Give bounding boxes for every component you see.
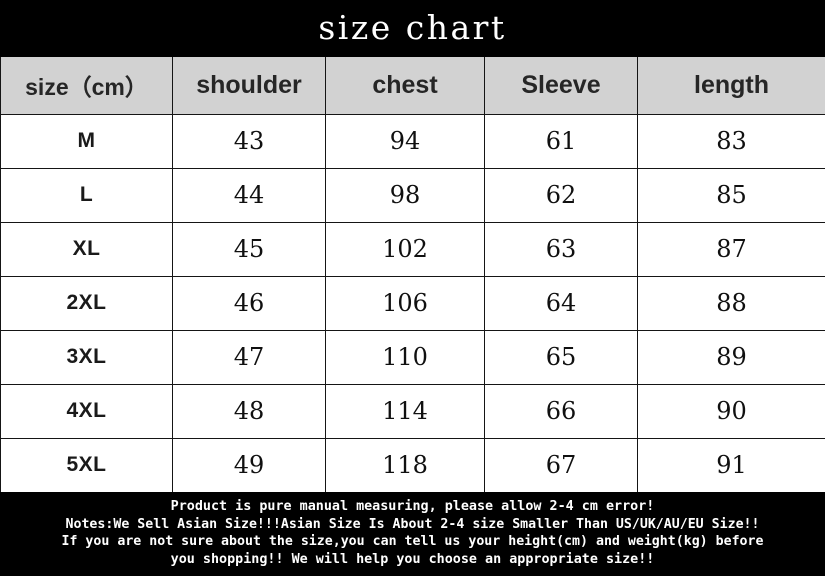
cell-shoulder: 44: [172, 167, 326, 223]
cell-chest: 110: [325, 329, 485, 385]
cell-shoulder: 48: [172, 383, 326, 439]
note-line-advice-2: you shopping!! We will help you choose a…: [170, 551, 655, 567]
table-row: 4XL 48 114 66 90: [0, 383, 825, 439]
table-row: L 44 98 62 85: [0, 167, 825, 223]
column-header-chest: chest: [325, 57, 485, 115]
size-table: size（cm） shoulder chest Sleeve length M …: [0, 57, 825, 492]
column-header-size: size（cm）: [0, 57, 173, 115]
cell-chest: 114: [325, 383, 485, 439]
title-bar: size chart: [0, 0, 825, 55]
cell-size: M: [0, 113, 173, 169]
page-title: size chart: [318, 8, 507, 47]
note-line-asian-size: Notes:We Sell Asian Size!!!Asian Size Is…: [65, 516, 760, 532]
cell-length: 91: [637, 437, 825, 492]
cell-sleeve: 61: [484, 113, 638, 169]
cell-size: 3XL: [0, 329, 173, 385]
cell-sleeve: 66: [484, 383, 638, 439]
cell-size: 5XL: [0, 437, 173, 492]
table-body: M 43 94 61 83 L 44 98 62 85 XL 45 102 63…: [0, 113, 825, 492]
cell-length: 83: [637, 113, 825, 169]
table-row: M 43 94 61 83: [0, 113, 825, 169]
cell-shoulder: 47: [172, 329, 326, 385]
cell-length: 87: [637, 221, 825, 277]
size-table-container: size（cm） shoulder chest Sleeve length M …: [0, 55, 825, 494]
cell-length: 85: [637, 167, 825, 223]
column-header-shoulder: shoulder: [172, 57, 326, 115]
cell-size: L: [0, 167, 173, 223]
cell-shoulder: 43: [172, 113, 326, 169]
cell-length: 89: [637, 329, 825, 385]
cell-chest: 106: [325, 275, 485, 331]
note-line-advice-1: If you are not sure about the size,you c…: [61, 534, 764, 549]
table-row: XL 45 102 63 87: [0, 221, 825, 277]
column-header-sleeve: Sleeve: [484, 57, 638, 115]
cell-size: XL: [0, 221, 173, 277]
cell-sleeve: 63: [484, 221, 638, 277]
cell-size: 2XL: [0, 275, 173, 331]
cell-shoulder: 45: [172, 221, 326, 277]
cell-sleeve: 65: [484, 329, 638, 385]
table-row: 3XL 47 110 65 89: [0, 329, 825, 385]
cell-chest: 102: [325, 221, 485, 277]
cell-length: 90: [637, 383, 825, 439]
cell-size: 4XL: [0, 383, 173, 439]
table-row: 2XL 46 106 64 88: [0, 275, 825, 331]
cell-length: 88: [637, 275, 825, 331]
cell-chest: 94: [325, 113, 485, 169]
footer-notes: Product is pure manual measuring, please…: [0, 494, 825, 576]
cell-sleeve: 67: [484, 437, 638, 492]
column-header-length: length: [637, 57, 825, 115]
cell-chest: 98: [325, 167, 485, 223]
note-line-measuring: Product is pure manual measuring, please…: [170, 499, 655, 514]
cell-sleeve: 62: [484, 167, 638, 223]
table-row: 5XL 49 118 67 91: [0, 437, 825, 492]
cell-chest: 118: [325, 437, 485, 492]
table-header: size（cm） shoulder chest Sleeve length: [0, 57, 825, 115]
cell-shoulder: 49: [172, 437, 326, 492]
size-chart-page: size chart size（cm） shoulder chest Sleev…: [0, 0, 825, 576]
cell-shoulder: 46: [172, 275, 326, 331]
cell-sleeve: 64: [484, 275, 638, 331]
header-row: size（cm） shoulder chest Sleeve length: [0, 57, 825, 115]
